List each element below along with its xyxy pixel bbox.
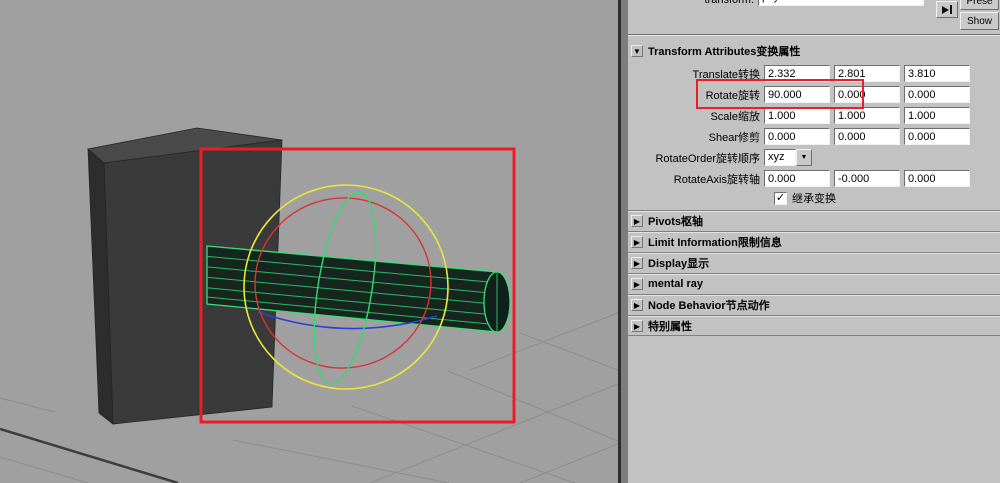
section-extra-attributes[interactable]: ▶ 特别属性: [628, 315, 1000, 336]
scale-row: Scale缩放: [628, 105, 1000, 126]
rotate-row: Rotate旋转: [628, 84, 1000, 105]
maya-window: transform: Prese Show ▼ Transform Attrib…: [0, 0, 1000, 483]
rotate-axis-x-field[interactable]: [764, 170, 830, 187]
rotate-order-label: RotateOrder旋转顺序: [655, 152, 760, 165]
section-title: 特别属性: [648, 320, 692, 333]
panel-divider[interactable]: [618, 0, 628, 483]
rotate-y-field[interactable]: [834, 86, 900, 103]
section-limit-information[interactable]: ▶ Limit Information限制信息: [628, 231, 1000, 252]
expand-arrow-icon[interactable]: ▶: [631, 319, 643, 332]
translate-x-field[interactable]: [764, 65, 830, 82]
translate-y-field[interactable]: [834, 65, 900, 82]
scale-x-field[interactable]: [764, 107, 830, 124]
translate-row: Translate转换: [628, 63, 1000, 84]
transform-label: transform:: [704, 0, 754, 6]
arrow-right-icon: [942, 5, 949, 14]
section-title: mental ray: [648, 278, 704, 290]
shear-x-field[interactable]: [764, 128, 830, 145]
inherits-transform-label: 继承变换: [792, 193, 836, 205]
section-mental-ray[interactable]: ▶ mental ray: [628, 273, 1000, 294]
shear-z-field[interactable]: [904, 128, 970, 145]
check-icon: ✓: [775, 191, 786, 204]
shear-y-field[interactable]: [834, 128, 900, 145]
section-title: Limit Information限制信息: [648, 237, 782, 249]
translate-label: Translate转换: [692, 68, 760, 81]
section-title: Transform Attributes变换属性: [648, 46, 801, 58]
rotate-x-field[interactable]: [764, 86, 830, 103]
collapse-arrow-icon[interactable]: ▼: [631, 45, 643, 57]
rotate-axis-z-field[interactable]: [904, 170, 970, 187]
grid-axis-line: [0, 427, 179, 483]
expand-arrow-icon[interactable]: ▶: [631, 257, 643, 269]
attribute-editor-panel: transform: Prese Show ▼ Transform Attrib…: [628, 0, 1000, 483]
rotate-order-value: xyz: [764, 149, 796, 166]
scale-y-field[interactable]: [834, 107, 900, 124]
rotate-z-field[interactable]: [904, 86, 970, 103]
section-title: Node Behavior节点动作: [648, 300, 770, 312]
expand-arrow-icon[interactable]: ▶: [631, 278, 643, 290]
show-button[interactable]: Show: [960, 12, 999, 30]
collapsed-sections: ▶ Pivots枢轴 ▶ Limit Information限制信息 ▶ Dis…: [628, 210, 1000, 336]
rotate-label: Rotate旋转: [705, 89, 760, 102]
scale-label: Scale缩放: [710, 110, 760, 123]
viewport-scene: [0, 127, 618, 483]
section-node-behavior[interactable]: ▶ Node Behavior节点动作: [628, 294, 1000, 315]
section-transform-attributes[interactable]: ▼ Transform Attributes变换属性: [628, 41, 1000, 61]
shear-label: Shear修剪: [708, 131, 760, 144]
viewport-3d[interactable]: [0, 0, 618, 483]
attribute-editor-header: transform: Prese Show: [628, 0, 1000, 34]
section-title: Display显示: [648, 258, 710, 270]
scale-z-field[interactable]: [904, 107, 970, 124]
node-output-button[interactable]: [936, 1, 958, 18]
rotate-axis-row: RotateAxis旋转轴: [628, 168, 1000, 189]
section-title: Pivots枢轴: [648, 216, 704, 228]
rotate-axis-y-field[interactable]: [834, 170, 900, 187]
shear-row: Shear修剪: [628, 126, 1000, 147]
inherits-transform-row: ✓ 继承变换: [628, 189, 1000, 207]
transform-name-input[interactable]: [758, 0, 924, 6]
translate-z-field[interactable]: [904, 65, 970, 82]
expand-arrow-icon[interactable]: ▶: [631, 215, 643, 227]
expand-arrow-icon[interactable]: ▶: [631, 299, 643, 311]
header-separator: [628, 34, 1000, 36]
rotate-order-row: RotateOrder旋转顺序 xyz ▼: [628, 147, 1000, 168]
inherits-transform-checkbox[interactable]: ✓: [774, 191, 787, 205]
presets-button[interactable]: Prese: [960, 0, 999, 10]
chevron-down-icon[interactable]: ▼: [796, 149, 812, 166]
rotate-axis-label: RotateAxis旋转轴: [673, 173, 760, 186]
expand-arrow-icon[interactable]: ▶: [631, 236, 643, 248]
arrow-bar-icon: [950, 5, 952, 14]
transform-attribute-rows: Translate转换 Rotate旋转 Scale缩放 Shear修剪: [628, 63, 1000, 207]
section-display[interactable]: ▶ Display显示: [628, 252, 1000, 273]
rotate-order-dropdown[interactable]: xyz ▼: [764, 149, 812, 166]
section-pivots[interactable]: ▶ Pivots枢轴: [628, 210, 1000, 231]
